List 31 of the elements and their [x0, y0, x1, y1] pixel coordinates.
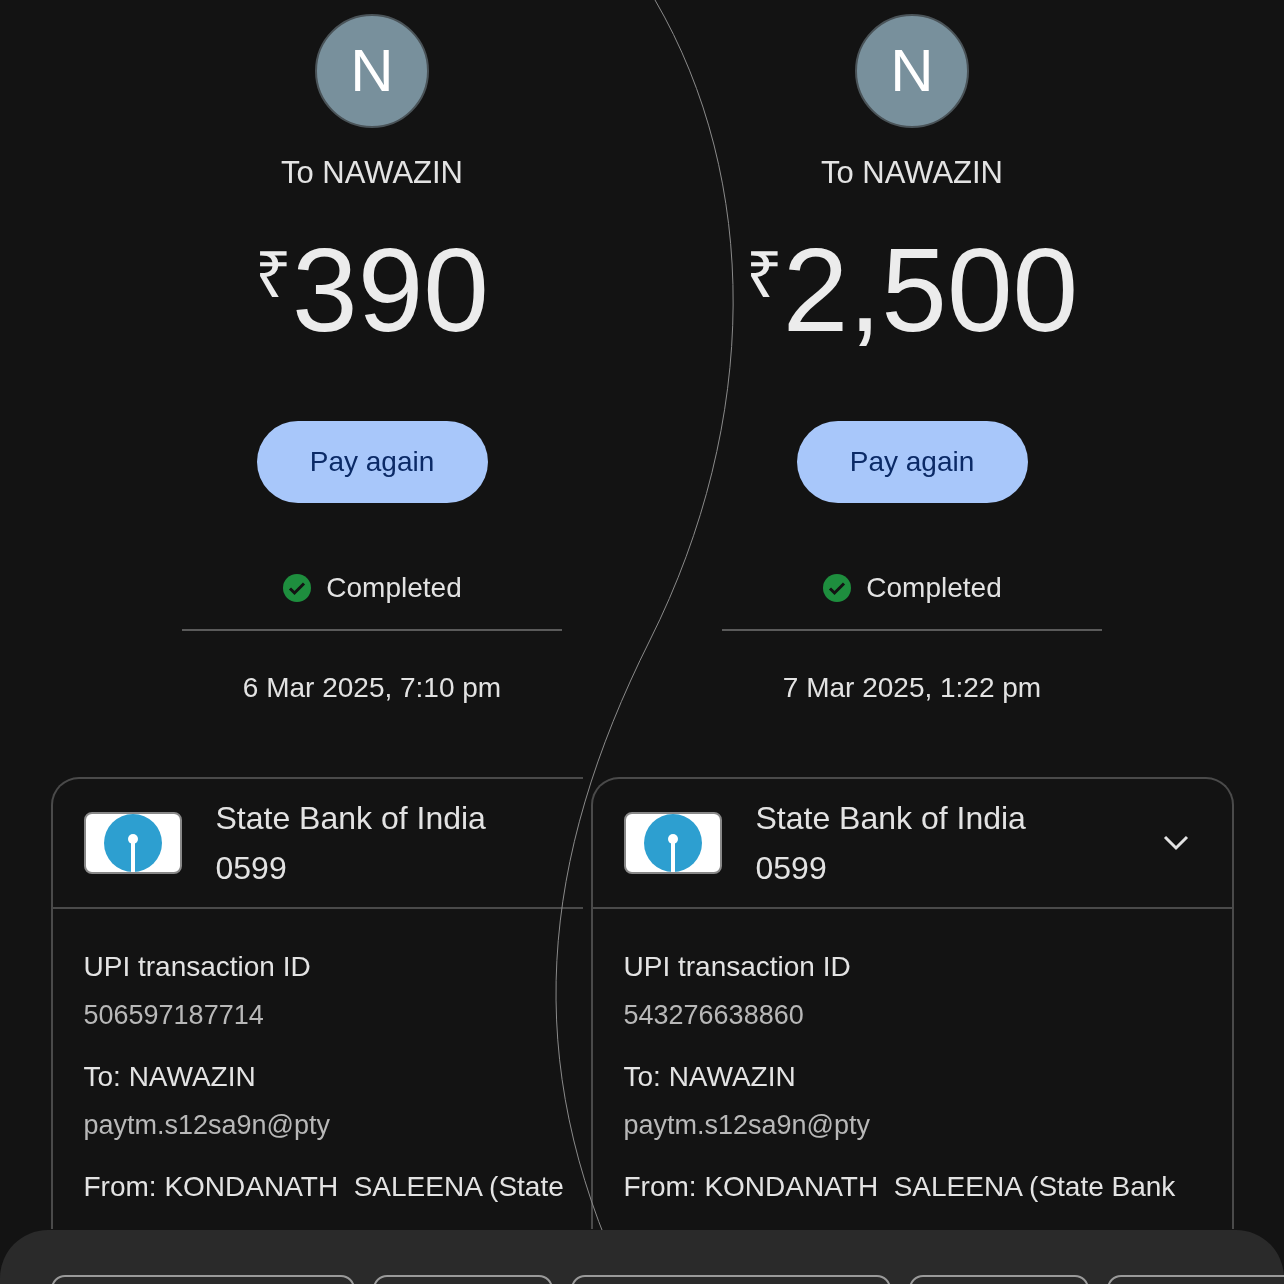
detail-value: paytm.s12sa9n@pty [623, 1108, 872, 1142]
bank-name: State Bank of India [215, 798, 487, 838]
avatar: N [315, 14, 429, 128]
check-icon [822, 572, 853, 603]
chevron-down-icon[interactable] [1162, 834, 1189, 851]
recipient-name: To NAWAZIN [821, 154, 1003, 192]
status-text: Completed [866, 570, 1002, 605]
recipient-name: To NAWAZIN [281, 154, 463, 192]
bank-logo-icon [83, 811, 182, 874]
pay-again-button[interactable]: Pay again [256, 420, 488, 503]
date-text: 7 Mar 2025, 1:22 pm [782, 670, 1042, 705]
amount: ₹390 [255, 230, 489, 349]
pay-again-button[interactable]: Pay again [796, 420, 1028, 503]
check-icon [282, 572, 313, 603]
account-number: 0599 [755, 848, 828, 888]
detail-label: From: KONDANATH SALEENA (State [83, 1169, 565, 1204]
detail-label: To: NAWAZIN [83, 1059, 257, 1094]
detail-label: To: NAWAZIN [623, 1059, 797, 1094]
account-number: 0599 [215, 848, 288, 888]
detail-value: 506597187714 [83, 998, 265, 1032]
detail-label: UPI transaction ID [623, 949, 852, 984]
bank-name: State Bank of India [755, 798, 1027, 838]
avatar: N [855, 14, 969, 128]
detail-label: From: KONDANATH SALEENA (State Bank [623, 1169, 1177, 1204]
detail-value: 543276638860 [623, 998, 805, 1032]
detail-value: paytm.s12sa9n@pty [83, 1108, 332, 1142]
date-text: 6 Mar 2025, 7:10 pm [242, 670, 502, 705]
detail-label: UPI transaction ID [83, 949, 312, 984]
status-text: Completed [326, 570, 462, 605]
amount: ₹2,500 [745, 230, 1079, 349]
bank-logo-icon [623, 811, 722, 874]
